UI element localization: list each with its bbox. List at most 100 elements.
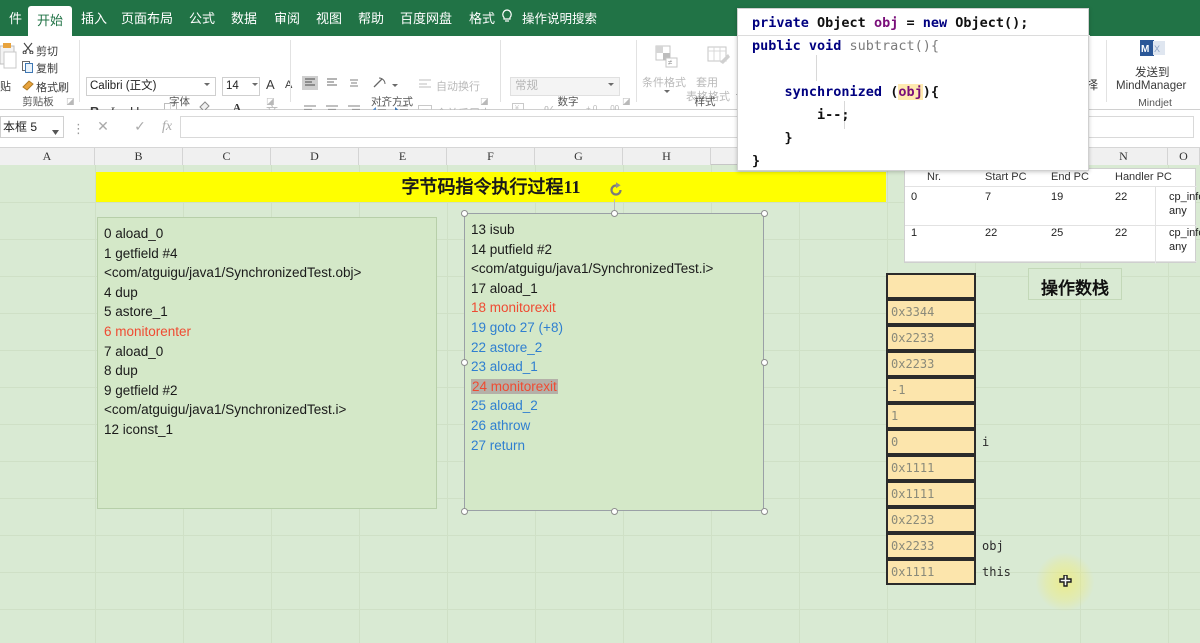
selection-handle-mr[interactable] <box>761 359 768 366</box>
search-input[interactable]: 操作说明搜索 <box>522 4 597 36</box>
column-header-D[interactable]: D <box>271 148 359 165</box>
selection-handle-tl[interactable] <box>461 210 468 217</box>
selection-handle-tc[interactable] <box>611 210 618 217</box>
ribbon-tab-1[interactable]: 开始 <box>28 6 72 36</box>
bytecode-textbox-left[interactable]: 0 aload_01 getfield #4<com/atguigu/java1… <box>97 217 437 509</box>
rotate-handle-icon[interactable] <box>607 181 625 199</box>
operand-stack-label: 操作数栈 <box>1029 274 1121 299</box>
copy-icon[interactable] <box>22 61 34 76</box>
wrap-text-icon[interactable] <box>418 77 432 92</box>
font-size-caret-icon[interactable] <box>252 83 258 86</box>
ribbon-group-font: Calibri (正文) 14 A A B I U A 文 字体 <box>82 36 277 110</box>
exception-cell: 22 <box>1115 191 1127 203</box>
bytecode-line: 0 aload_0 <box>104 224 436 244</box>
bytecode-line: 6 monitorenter <box>104 322 436 342</box>
operand-stack-cell: 0x2233 <box>886 533 976 559</box>
ribbon-tab-8[interactable]: 帮助 <box>349 4 393 36</box>
cancel-icon[interactable]: ✕ <box>88 116 118 138</box>
ribbon-tab-4[interactable]: 公式 <box>180 4 224 36</box>
move-cursor-icon <box>1058 575 1073 590</box>
operand-stack-cell: 0x1111 <box>886 481 976 507</box>
paste-label[interactable]: 贴 <box>0 78 11 94</box>
exception-cell-catchtype2: any <box>1169 241 1187 253</box>
code-line-1: public void subtract(){ <box>752 38 939 54</box>
ribbon-tab-0[interactable]: 件 <box>0 4 31 36</box>
column-header-B[interactable]: B <box>95 148 183 165</box>
alignment-dialog-launcher-icon[interactable]: ◪ <box>480 96 489 107</box>
operand-stack-cell: -1 <box>886 377 976 403</box>
number-dialog-launcher-icon[interactable]: ◪ <box>622 96 631 107</box>
number-format-caret-icon[interactable] <box>608 83 614 86</box>
check-icon[interactable]: ✓ <box>125 116 155 138</box>
bytecode-line: 1 getfield #4 <box>104 244 436 264</box>
cut-label[interactable]: 剪切 <box>36 43 58 59</box>
table-format-icon[interactable] <box>706 44 732 73</box>
format-painter-label[interactable]: 格式刷 <box>36 79 69 95</box>
conditional-format-icon[interactable]: ≠ <box>654 44 680 73</box>
selection-outline <box>464 213 764 511</box>
align-middle-icon[interactable] <box>324 76 340 93</box>
lightbulb-icon[interactable] <box>500 9 514 28</box>
exception-cell: cp_info #0 <box>1169 191 1200 203</box>
ribbon-tab-10[interactable]: 格式 <box>460 4 504 36</box>
operand-stack-cell: 0x2233 <box>886 351 976 377</box>
fx-icon[interactable]: fx <box>152 116 182 138</box>
ribbon-tab-6[interactable]: 审阅 <box>265 4 309 36</box>
column-header-O[interactable]: O <box>1168 148 1200 165</box>
column-header-G[interactable]: G <box>535 148 623 165</box>
selection-handle-ml[interactable] <box>461 359 468 366</box>
align-top-icon[interactable] <box>302 76 318 93</box>
cut-icon[interactable] <box>22 42 34 57</box>
operand-stack-annotation: i <box>982 435 989 449</box>
clipboard-dialog-launcher-icon[interactable]: ◪ <box>66 96 75 107</box>
ribbon-tab-9[interactable]: 百度网盘 <box>391 4 461 36</box>
column-header-E[interactable]: E <box>359 148 447 165</box>
font-name-caret-icon[interactable] <box>204 83 210 86</box>
exception-header-0: Nr. <box>927 171 941 183</box>
selection-handle-tr[interactable] <box>761 210 768 217</box>
ribbon-tab-5[interactable]: 数据 <box>222 4 266 36</box>
ribbon-tab-3[interactable]: 页面布局 <box>112 4 182 36</box>
column-header-C[interactable]: C <box>183 148 271 165</box>
format-painter-icon[interactable] <box>22 80 34 95</box>
exception-cell: 1 <box>911 227 917 239</box>
selection-handle-bc[interactable] <box>611 508 618 515</box>
name-box-caret-icon[interactable] <box>52 124 59 138</box>
shrink-font-button[interactable]: A <box>285 79 292 91</box>
exception-header-3: Handler PC <box>1115 171 1172 183</box>
column-header-N[interactable]: N <box>1080 148 1168 165</box>
selection-handle-br[interactable] <box>761 508 768 515</box>
operand-stack-cell: 0x1111 <box>886 455 976 481</box>
clipboard-group-label: 剪贴板 <box>0 94 76 109</box>
number-group-label: 数字 <box>504 94 632 109</box>
paste-icon[interactable] <box>0 42 18 79</box>
wrap-text-label[interactable]: 自动换行 <box>436 78 480 94</box>
operand-stack-label-box: 操作数栈 <box>1028 268 1122 300</box>
mindmanager-label-2[interactable]: MindManager <box>1116 80 1186 92</box>
orientation-icon[interactable] <box>372 76 388 93</box>
ribbon-tab-7[interactable]: 视图 <box>307 4 351 36</box>
mindmanager-label-1[interactable]: 发送到 <box>1135 64 1170 80</box>
align-bottom-icon[interactable] <box>346 76 362 93</box>
exception-cell: 22 <box>1115 227 1127 239</box>
operand-stack-value: 0 <box>891 435 898 449</box>
column-header-H[interactable]: H <box>623 148 711 165</box>
orientation-caret-icon[interactable] <box>392 84 398 87</box>
selection-handle-bl[interactable] <box>461 508 468 515</box>
column-header-F[interactable]: F <box>447 148 535 165</box>
copy-label[interactable]: 复制 <box>36 60 58 76</box>
column-header-A[interactable]: A <box>0 148 95 165</box>
mindmanager-icon[interactable]: MX <box>1140 40 1166 63</box>
ribbon-tab-2[interactable]: 插入 <box>72 4 116 36</box>
grow-font-button[interactable]: A <box>266 77 275 92</box>
operand-stack-value: 0x2233 <box>891 331 934 345</box>
operand-stack-annotation: this <box>982 565 1011 579</box>
mindjet-group-label: Mindjet <box>1110 97 1200 109</box>
conditional-format-caret-icon[interactable] <box>664 90 670 93</box>
conditional-format-label[interactable]: 条件格式 <box>642 74 686 90</box>
svg-text:M: M <box>1141 44 1149 55</box>
operand-stack-cell: 0x1111 <box>886 559 976 585</box>
exception-header-divider <box>905 186 1197 187</box>
title-banner[interactable]: 字节码指令执行过程11 <box>96 172 886 202</box>
font-dialog-launcher-icon[interactable]: ◪ <box>266 96 275 107</box>
